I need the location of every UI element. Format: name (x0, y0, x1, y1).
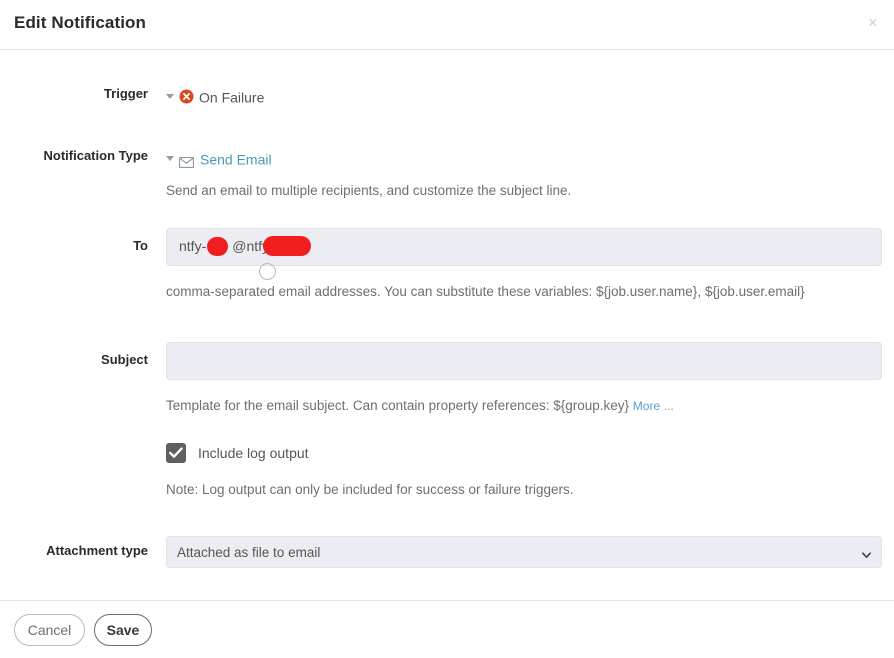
include-log-checkbox[interactable] (166, 443, 186, 463)
attachment-type-field[interactable]: Attached as file to email (166, 536, 882, 568)
notification-type-help: Send an email to multiple recipients, an… (166, 182, 571, 200)
trigger-label: Trigger (0, 86, 148, 101)
save-button[interactable]: Save (94, 614, 152, 646)
attachment-type-select[interactable]: Attached as file to email (166, 536, 882, 568)
include-log-note: Note: Log output can only be included fo… (166, 481, 573, 499)
chevron-down-icon[interactable] (166, 156, 174, 161)
error-circle-icon (179, 89, 194, 104)
modal-footer: Cancel Save (0, 600, 894, 658)
to-label: To (0, 238, 148, 253)
send-email-link[interactable]: Send Email (200, 151, 272, 167)
trigger-field[interactable]: On Failure (166, 86, 264, 107)
notification-type-label: Notification Type (0, 148, 148, 163)
close-icon[interactable]: × (862, 12, 884, 34)
modal-header: Edit Notification × (0, 0, 894, 50)
trigger-value: On Failure (199, 89, 264, 105)
envelope-icon (179, 153, 194, 164)
to-help-text: comma-separated email addresses. You can… (166, 283, 882, 301)
include-log-label: Include log output (198, 445, 309, 461)
chevron-down-icon[interactable] (166, 94, 174, 99)
subject-input[interactable] (166, 342, 882, 380)
to-field-group: ntfy-@ntfy comma-separated email address… (166, 228, 882, 301)
checkmark-icon (169, 447, 183, 459)
cursor-indicator (259, 263, 276, 280)
redaction-mark (263, 236, 311, 256)
cancel-button[interactable]: Cancel (14, 614, 85, 646)
more-link[interactable]: More (633, 399, 660, 413)
page-title: Edit Notification (14, 13, 146, 33)
attachment-type-label: Attachment type (0, 543, 148, 558)
subject-field-group: Template for the email subject. Can cont… (166, 342, 882, 415)
modal-body: Trigger On Failure Notification Type Sen… (0, 50, 894, 600)
notification-type-field[interactable]: Send Email Send an email to multiple rec… (166, 148, 571, 200)
to-input-wrap: ntfy-@ntfy (166, 228, 882, 266)
include-log-checkbox-row[interactable]: Include log output (166, 443, 573, 463)
more-dots: ... (664, 399, 674, 413)
subject-help-text: Template for the email subject. Can cont… (166, 398, 629, 413)
redaction-mark (207, 237, 228, 256)
subject-label: Subject (0, 352, 148, 367)
include-log-group: Include log output Note: Log output can … (166, 443, 573, 499)
